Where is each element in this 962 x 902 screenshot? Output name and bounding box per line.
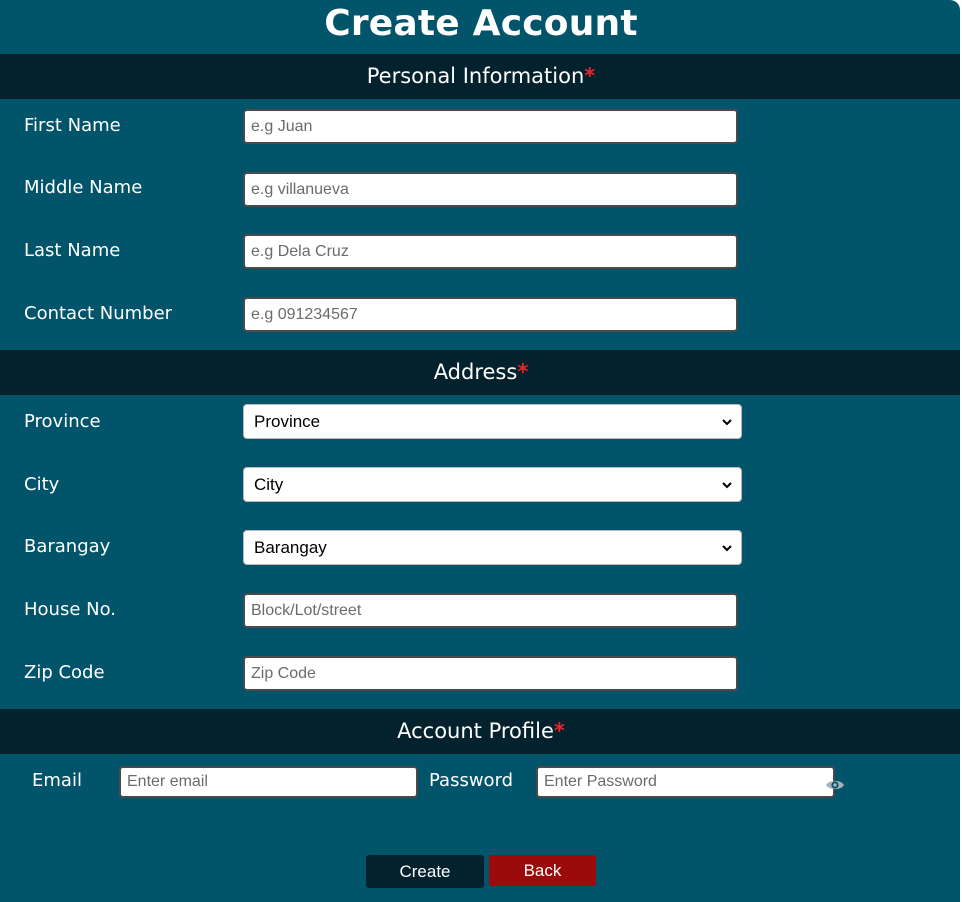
zip-code-label: Zip Code xyxy=(24,662,105,683)
eye-icon[interactable] xyxy=(825,776,845,794)
last-name-label: Last Name xyxy=(24,240,121,261)
section-personal-information: Personal Information* xyxy=(0,54,960,99)
house-no-label: House No. xyxy=(24,599,117,620)
required-asterisk: * xyxy=(584,64,596,88)
province-select[interactable]: Province xyxy=(243,404,742,439)
create-account-form: Create Account Personal Information* Fir… xyxy=(0,0,960,902)
chevron-down-icon xyxy=(722,418,732,425)
chevron-down-icon xyxy=(722,481,732,488)
barangay-label: Barangay xyxy=(24,536,111,557)
required-asterisk: * xyxy=(553,719,565,743)
section-title: Personal Information xyxy=(366,64,585,88)
section-title: Address xyxy=(433,360,518,384)
required-asterisk: * xyxy=(517,360,529,384)
create-button[interactable]: Create xyxy=(366,855,484,888)
email-input[interactable] xyxy=(119,766,418,798)
city-selected-value: City xyxy=(254,474,284,494)
house-no-input[interactable] xyxy=(243,593,738,628)
email-label: Email xyxy=(32,770,82,791)
page-title: Create Account xyxy=(324,3,638,44)
first-name-label: First Name xyxy=(24,115,121,136)
back-button[interactable]: Back xyxy=(489,855,596,886)
contact-number-input[interactable] xyxy=(243,297,738,332)
middle-name-input[interactable] xyxy=(243,172,738,207)
province-selected-value: Province xyxy=(254,411,321,431)
section-title: Account Profile xyxy=(397,719,554,743)
contact-number-label: Contact Number xyxy=(24,303,173,324)
chevron-down-icon xyxy=(722,544,732,551)
city-select[interactable]: City xyxy=(243,467,742,502)
barangay-selected-value: Barangay xyxy=(254,537,327,557)
password-label: Password xyxy=(429,770,514,791)
barangay-select[interactable]: Barangay xyxy=(243,530,742,565)
first-name-input[interactable] xyxy=(243,109,738,144)
password-input[interactable] xyxy=(536,766,835,798)
last-name-input[interactable] xyxy=(243,234,738,269)
middle-name-label: Middle Name xyxy=(24,177,143,198)
city-label: City xyxy=(24,474,60,495)
zip-code-input[interactable] xyxy=(243,656,738,691)
section-account-profile: Account Profile* xyxy=(0,709,960,754)
province-label: Province xyxy=(24,411,101,432)
section-address: Address* xyxy=(0,350,960,395)
